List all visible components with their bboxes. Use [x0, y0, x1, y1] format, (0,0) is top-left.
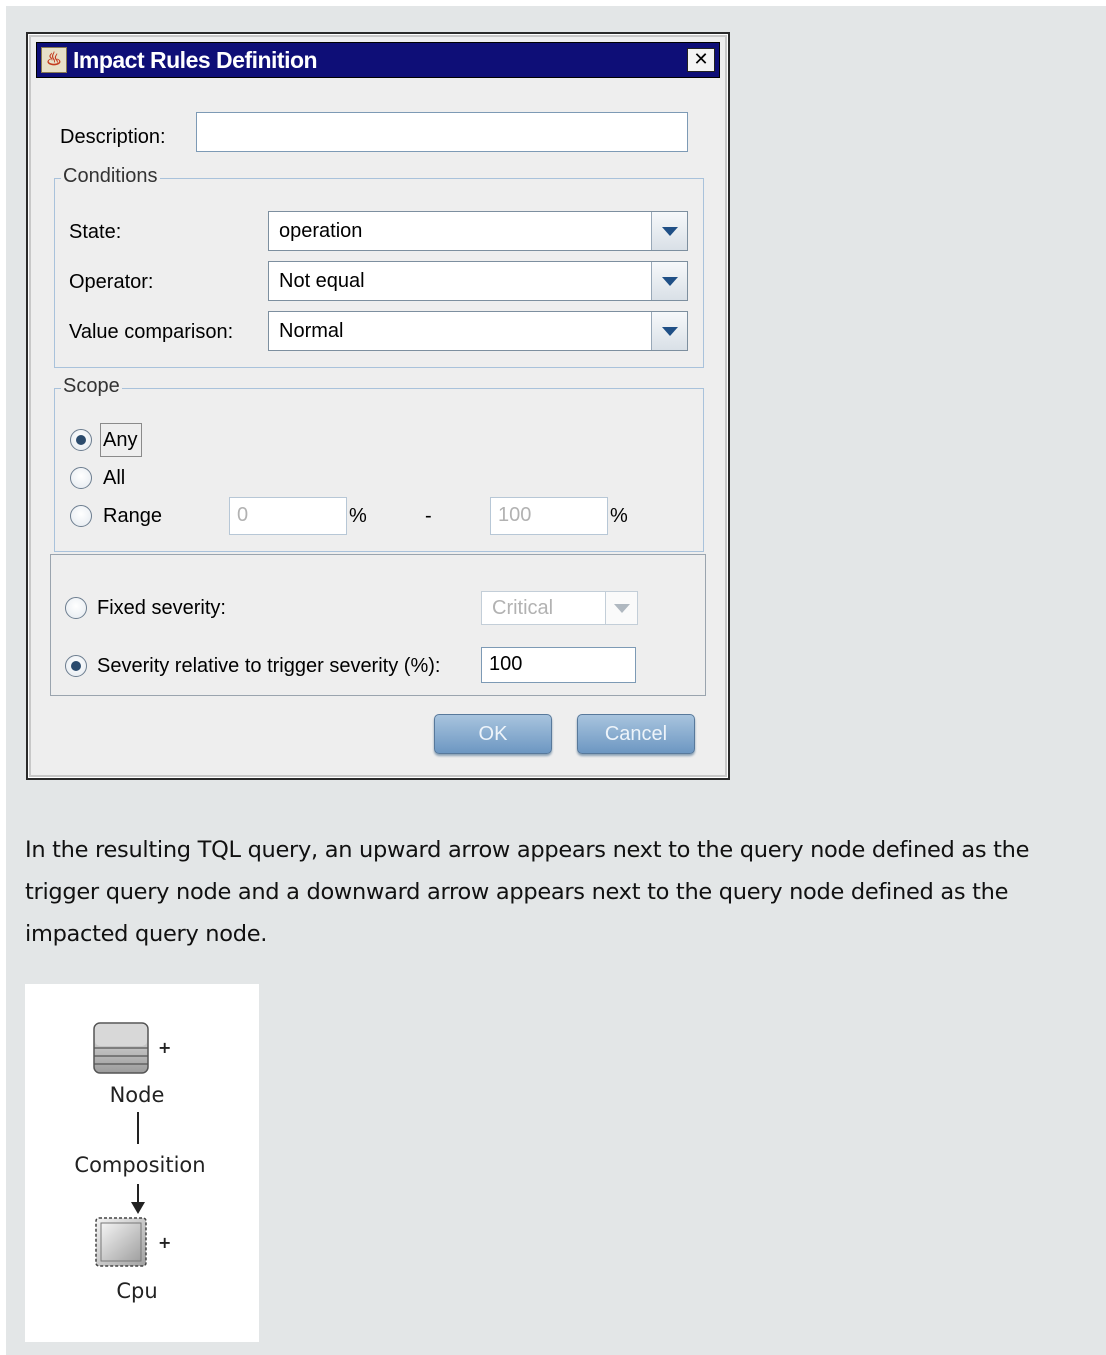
conditions-group: Conditions State: operation Operator: No… [54, 165, 704, 368]
fixed-severity-radio[interactable] [65, 597, 87, 619]
relative-severity-input[interactable]: 100 [481, 647, 636, 683]
chevron-down-icon[interactable] [651, 312, 687, 350]
range-to-input[interactable]: 100 [490, 497, 608, 535]
description-label: Description: [60, 126, 166, 148]
operator-value: Not equal [279, 270, 365, 292]
scope-group: Scope Any All Range 0 % - 100 % [54, 375, 704, 552]
description-input[interactable] [196, 112, 688, 152]
severity-group: Fixed severity: Critical Severity relati… [50, 554, 706, 696]
cpu-label: Cpu [116, 1279, 158, 1303]
chevron-down-icon[interactable] [605, 592, 637, 624]
arrow-down-icon [131, 1202, 145, 1214]
scope-legend: Scope [61, 375, 122, 398]
scope-all-radio[interactable] [70, 467, 92, 489]
fixed-severity-select[interactable]: Critical [481, 591, 638, 625]
java-app-icon: ♨ [41, 47, 67, 73]
scope-all-label[interactable]: All [103, 467, 125, 490]
operator-label: Operator: [69, 271, 154, 293]
scope-any-label[interactable]: Any [103, 429, 137, 452]
chevron-down-icon[interactable] [651, 212, 687, 250]
ok-button[interactable]: OK [434, 714, 552, 754]
close-button[interactable]: ✕ [687, 48, 715, 72]
composition-label: Composition [74, 1153, 206, 1177]
conditions-legend: Conditions [61, 165, 160, 188]
state-label: State: [69, 221, 122, 243]
cpu-node-icon[interactable] [95, 1217, 147, 1267]
range-from-input[interactable]: 0 [229, 497, 347, 535]
chevron-down-icon[interactable] [651, 262, 687, 300]
scope-range-label[interactable]: Range [103, 505, 162, 528]
node-label: Node [109, 1083, 165, 1107]
node-marker-icon: + [158, 1038, 172, 1057]
relative-severity-radio[interactable] [65, 655, 87, 677]
scope-range-radio[interactable] [70, 505, 92, 527]
tql-diagram: + Node Composition + Cpu [25, 984, 259, 1342]
value-comparison-label: Value comparison: [69, 321, 234, 343]
operator-select[interactable]: Not equal [268, 261, 688, 301]
state-select[interactable]: operation [268, 211, 688, 251]
cancel-button[interactable]: Cancel [577, 714, 695, 754]
title-bar[interactable]: ♨ Impact Rules Definition ✕ [36, 42, 720, 78]
impact-rules-dialog: ♨ Impact Rules Definition ✕ Description:… [26, 32, 730, 780]
fixed-severity-label[interactable]: Fixed severity: [97, 597, 226, 620]
server-node-icon[interactable] [93, 1022, 149, 1074]
range-dash: - [425, 505, 432, 527]
value-comparison-value: Normal [279, 320, 344, 342]
value-comparison-select[interactable]: Normal [268, 311, 688, 351]
fixed-severity-value: Critical [492, 597, 554, 619]
scope-any-radio[interactable] [70, 429, 92, 451]
range-to-percent: % [610, 505, 628, 527]
explanation-paragraph: In the resulting TQL query, an upward ar… [25, 837, 1030, 947]
cpu-marker-icon: + [158, 1233, 172, 1252]
state-value: operation [279, 220, 363, 242]
range-from-percent: % [349, 505, 367, 527]
page: ♨ Impact Rules Definition ✕ Description:… [6, 6, 1106, 1355]
relative-severity-label[interactable]: Severity relative to trigger severity (%… [97, 655, 440, 678]
dialog-title: Impact Rules Definition [73, 47, 318, 73]
